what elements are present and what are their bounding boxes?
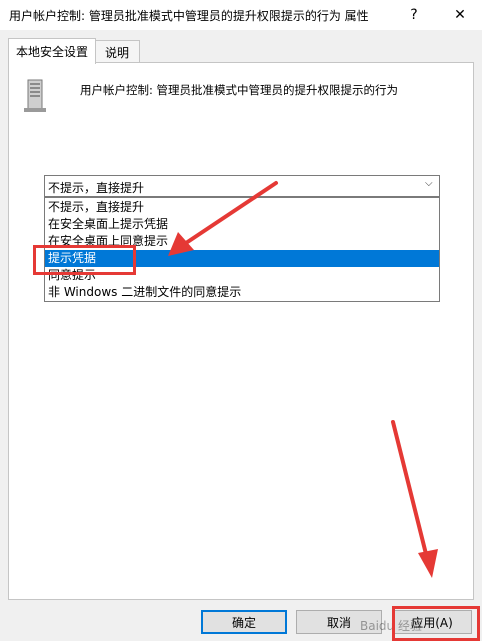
arrowhead-apply-icon [418,549,438,578]
arrow-to-apply-icon [391,420,429,560]
annotation-arrows [168,181,438,578]
arrowhead-option-icon [168,232,194,256]
arrow-to-option-icon [184,181,278,245]
